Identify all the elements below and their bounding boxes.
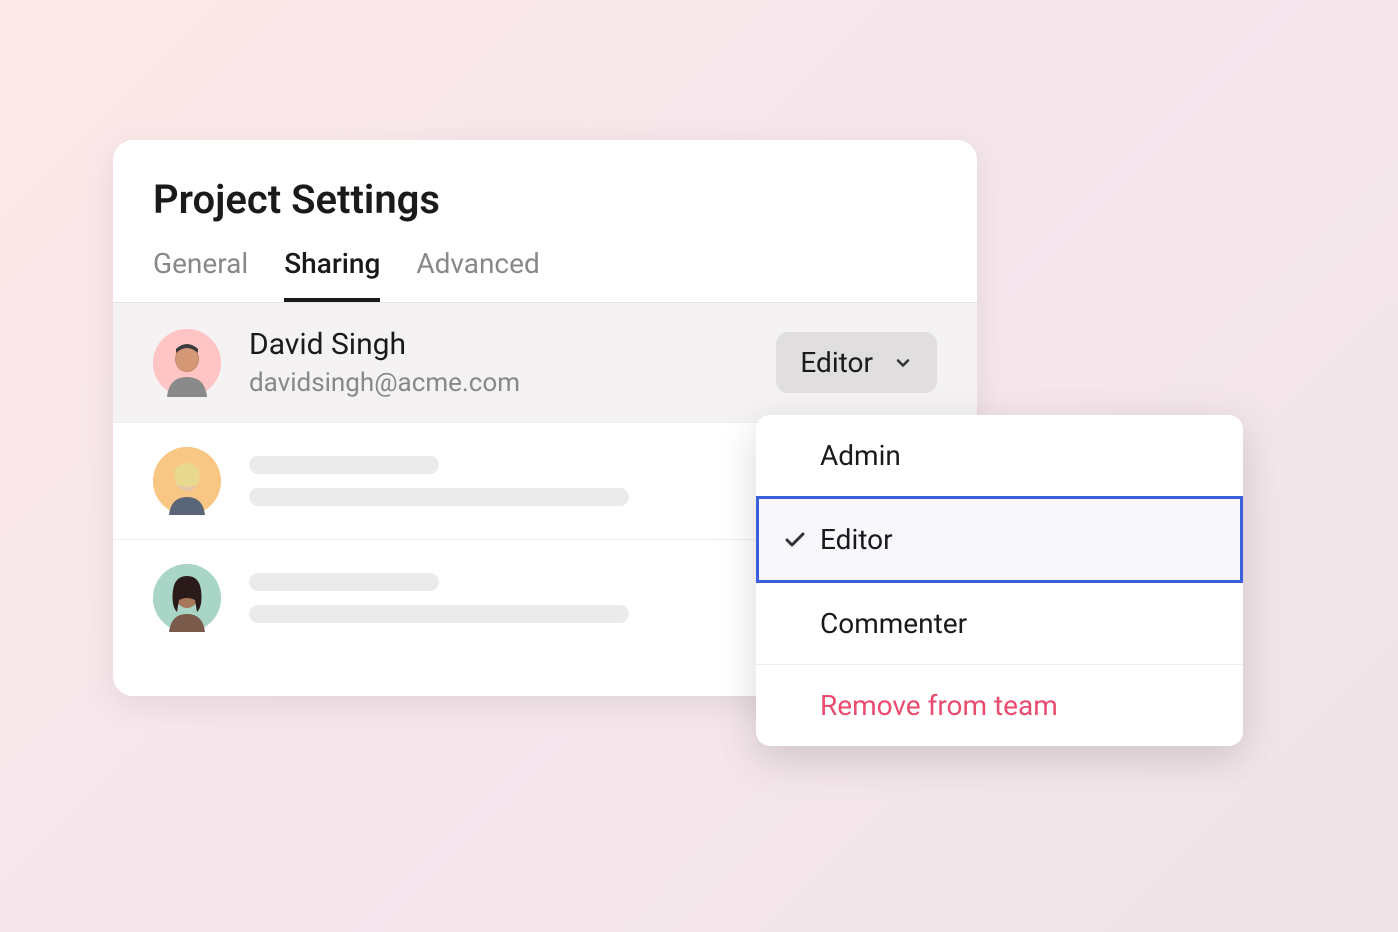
dropdown-option-label: Commenter	[820, 607, 967, 640]
role-select[interactable]: Editor	[776, 332, 937, 393]
card-header: Project Settings General Sharing Advance…	[113, 140, 977, 302]
role-select-label: Editor	[800, 346, 873, 379]
member-email: davidsingh@acme.com	[249, 368, 776, 398]
tab-general[interactable]: General	[153, 247, 248, 302]
tabs: General Sharing Advanced	[153, 247, 937, 302]
avatar	[153, 447, 221, 515]
placeholder-name	[249, 573, 439, 591]
page-title: Project Settings	[153, 176, 937, 223]
check-icon	[783, 528, 807, 552]
member-info: David Singh davidsingh@acme.com	[249, 327, 776, 398]
tab-advanced[interactable]: Advanced	[416, 247, 539, 302]
placeholder-email	[249, 488, 629, 506]
chevron-down-icon	[893, 353, 913, 373]
dropdown-option-editor[interactable]: Editor	[756, 496, 1243, 583]
dropdown-option-label: Admin	[820, 439, 901, 472]
member-row: David Singh davidsingh@acme.com Editor	[113, 303, 977, 423]
avatar	[153, 564, 221, 632]
role-dropdown: Admin Editor Commenter Remove from team	[756, 415, 1243, 746]
tab-sharing[interactable]: Sharing	[284, 247, 380, 302]
dropdown-option-admin[interactable]: Admin	[756, 415, 1243, 496]
placeholder-email	[249, 605, 629, 623]
member-name: David Singh	[249, 327, 776, 362]
dropdown-remove-label: Remove from team	[820, 689, 1058, 722]
dropdown-option-label: Editor	[820, 523, 893, 556]
dropdown-option-commenter[interactable]: Commenter	[756, 583, 1243, 664]
avatar	[153, 329, 221, 397]
placeholder-name	[249, 456, 439, 474]
dropdown-remove-from-team[interactable]: Remove from team	[756, 665, 1243, 746]
